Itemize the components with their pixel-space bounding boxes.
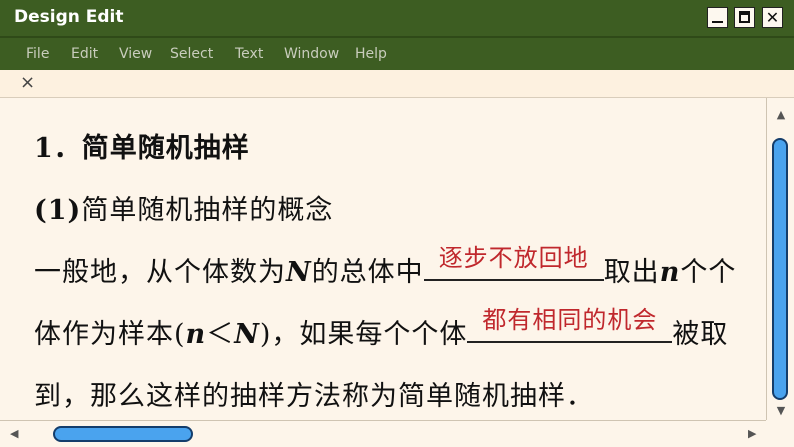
scrollbar-corner [766,420,794,447]
vertical-scrollbar[interactable]: ▲ ▼ [766,98,794,420]
fill-blank-1: 逐步不放回地 [423,244,604,281]
scroll-up-icon[interactable]: ▲ [767,108,794,121]
paragraph-line-1: 一般地，从个体数为N的总体中 逐步不放回地 取出n个个 [34,244,737,289]
scroll-down-icon[interactable]: ▼ [767,404,794,417]
text-run: 到，那么这样的抽样方法称为简单随机抽样． [34,381,594,412]
text-run: 一般地，从个体数为 [34,257,286,288]
section-heading: 1．简单随机抽样 [34,126,250,165]
document-area[interactable]: 1．简单随机抽样 (1)简单随机抽样的概念 一般地，从个体数为N的总体中 逐步不放… [0,98,766,420]
horizontal-scroll-thumb[interactable] [53,426,193,442]
subheading: (1)简单随机抽样的概念 [34,188,333,227]
subheading-number: (1) [34,195,82,226]
answer-2: 都有相同的机会 [482,306,658,334]
variable-n: n [659,257,681,288]
close-icon: ✕ [765,8,780,27]
variable-n: n [185,319,207,350]
paragraph-line-3: 到，那么这样的抽样方法称为简单随机抽样． [34,374,594,413]
menu-file[interactable]: File [26,46,49,62]
window-title: Design Edit [14,7,124,27]
text-run: 被取 [672,319,729,350]
text-run: 的总体中 [311,257,424,288]
menu-help[interactable]: Help [355,46,387,62]
scroll-left-icon[interactable]: ◀ [10,427,18,440]
subheading-text: 简单随机抽样的概念 [81,195,334,226]
heading-text: 1．简单随机抽样 [34,133,250,164]
maximize-button[interactable] [734,7,755,28]
menu-edit[interactable]: Edit [71,46,98,62]
text-run: 体作为样本( [34,319,186,350]
maximize-icon [739,11,750,23]
variable-N: N [286,257,312,288]
text-run: 个个 [680,257,737,288]
minimize-icon [712,21,723,23]
minimize-button[interactable] [707,7,728,28]
horizontal-scrollbar[interactable]: ◀ ▶ [0,420,794,447]
menu-bar: File Edit View Select Text Window Help [0,36,794,70]
menu-window[interactable]: Window [284,46,339,62]
text-run: 取出 [603,257,660,288]
title-bar: Design Edit ✕ [0,0,794,36]
less-than-sign: ＜ [206,319,235,350]
variable-N: N [234,319,260,350]
menu-view[interactable]: View [119,46,152,62]
paragraph-line-2: 体作为样本(n＜N)，如果每个个体 都有相同的机会 被取 [34,306,729,351]
menu-select[interactable]: Select [170,46,213,62]
text-run: )，如果每个个体 [259,319,468,350]
scroll-right-icon[interactable]: ▶ [748,427,756,440]
menu-text[interactable]: Text [235,46,263,62]
close-panel-icon[interactable]: × [20,72,35,93]
toolbar: × [0,70,794,98]
answer-1: 逐步不放回地 [438,244,589,272]
vertical-scroll-thumb[interactable] [772,138,788,400]
close-button[interactable]: ✕ [762,7,783,28]
fill-blank-2: 都有相同的机会 [467,306,673,343]
